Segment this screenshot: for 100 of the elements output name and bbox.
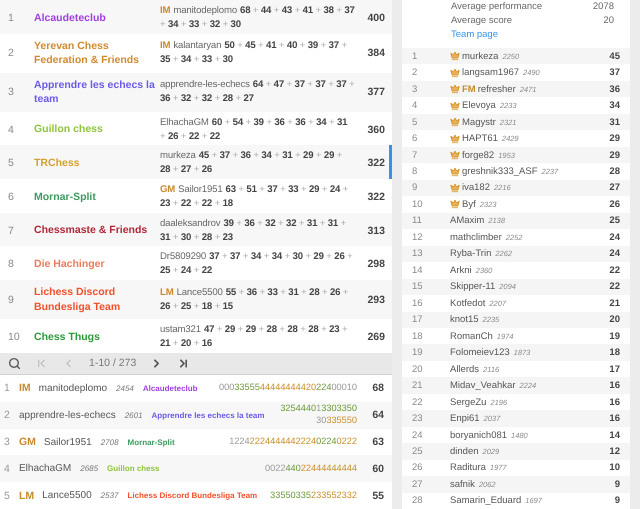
team-name: TRChess <box>34 156 81 171</box>
team-name: Yerevan Chess Federation & Friends <box>34 38 140 68</box>
player-score: 21 <box>608 298 620 309</box>
player-name[interactable]: boryanich081 <box>450 430 508 441</box>
rank: 8 <box>412 166 418 178</box>
player-name[interactable]: apprendre-les-echecs <box>19 410 116 421</box>
top-player-scores: LM Lance5500 55 + 36 + 33 + 31 + 28 + 26 + 26 + 25 + 18 + 15 <box>160 286 350 314</box>
player-name[interactable]: Elevoya <box>462 100 496 112</box>
team-row[interactable]: 4 Guillon chess ElhachaGM 60 + 54 + 39 + 36 + 36 + 34 + 31 + 26 + 22 + 22 360 <box>0 112 392 146</box>
team-row[interactable]: 8 Die Hachinger Dr5809290 37 + 37 + 34 + 34 + 30 + 29 + 26 + 25 + 24 + 22 298 <box>0 246 392 280</box>
player-score: 16 <box>608 396 620 408</box>
top-player-scores: Dr5809290 37 + 37 + 34 + 34 + 30 + 29 + 26 + 25 + 24 + 22 <box>160 250 354 278</box>
top-player-scores: IM kalantaryan 50 + 45 + 41 + 40 + 39 + 37 + 35 + 34 + 33 + 30 <box>160 39 348 68</box>
player-score: 55 <box>371 490 384 502</box>
rank: 6 <box>8 190 15 203</box>
team-total: 298 <box>366 258 386 270</box>
team-row[interactable]: 6 Mornar-Split GM Sailor1951 63 + 51 + 37 + 33 + 29 + 24 + 23 + 22 + 22 + 18 322 <box>0 179 392 213</box>
player-rating: 2454 <box>116 384 134 393</box>
team-name: Chessmaste & Friends <box>34 223 148 238</box>
team-row[interactable]: 10 Chess Thugs ustam321 47 + 29 + 29 + 28 + 28 + 28 + 23 + 21 + 20 + 16 269 <box>0 319 392 353</box>
rank: 5 <box>412 116 418 128</box>
player-name[interactable]: Kotfedot <box>450 298 486 309</box>
team-name[interactable]: Apprendre les echecs la team <box>152 410 264 420</box>
player-name[interactable]: mathclimber <box>450 232 502 243</box>
team-total: 377 <box>366 86 386 98</box>
top-player-scores: apprendre-les-echecs 64 + 47 + 37 + 37 + 37 + 36 + 32 + 32 + 28 + 27 <box>160 78 355 106</box>
team-name[interactable]: Alcaudeteclub <box>142 384 198 393</box>
player-title: FM <box>462 84 476 95</box>
rank: 16 <box>412 298 424 309</box>
player-name[interactable]: Magystr <box>462 116 496 128</box>
rank: 2 <box>8 47 15 60</box>
player-score: 18 <box>608 347 620 358</box>
top-player-scores: ustam321 47 + 29 + 29 + 28 + 28 + 28 + 23 + 21 + 20 + 16 <box>160 323 348 351</box>
crown-icon <box>450 166 460 177</box>
team-row[interactable]: 7 Chessmaste & Friends daaleksandrov 39 + 36 + 32 + 32 + 31 + 31 + 31 + 30 + 28 + 23 313 <box>0 212 392 246</box>
team-row[interactable]: 5 TRChess murkeza 45 + 37 + 36 + 34 + 31 + 29 + 29 + 28 + 27 + 26 322 <box>0 145 392 180</box>
team-total: 360 <box>366 124 386 136</box>
player-name[interactable]: Sailor1951 <box>44 436 92 448</box>
player-title: IM <box>19 382 31 394</box>
rank: 4 <box>412 100 418 112</box>
player-name[interactable]: Raditura <box>450 462 486 474</box>
player-name[interactable]: Allerds <box>450 364 480 375</box>
score-sheet: 000335554444444442022400010 <box>218 382 357 394</box>
team-row[interactable]: 1 Alcaudeteclub IM manitodeplomo 68 + 44 + 43 + 41 + 38 + 37 + 34 + 33 + 32 + 30 400 <box>0 0 392 34</box>
player-name[interactable]: Midav_Veahkar <box>450 380 516 392</box>
player-name[interactable]: Enpi61 <box>450 413 480 424</box>
player-name[interactable]: Ryba-Trin <box>450 248 492 260</box>
team-row[interactable]: 3 Apprendre les echecs la team apprendre-les-echecs 64 + 47 + 37 + 37 + 37 + 36 + 32 + 32 + 28 + 27 377 <box>0 72 392 112</box>
player-name[interactable]: safnik <box>450 478 475 490</box>
player-name[interactable]: manitodeplomo <box>38 382 108 394</box>
player-name[interactable]: greshnik333_ASF <box>462 166 538 178</box>
player-name[interactable]: langsam1967 <box>462 67 520 78</box>
stat-value: 2078 <box>592 0 614 14</box>
team-total: 322 <box>366 157 386 170</box>
player-name[interactable]: HAPT61 <box>462 133 498 144</box>
player-title: LM <box>19 490 34 502</box>
team-total: 384 <box>366 47 386 60</box>
player-score: 9 <box>614 495 620 506</box>
player-name[interactable]: AMaxim <box>450 215 484 226</box>
search-icon <box>8 356 21 370</box>
team-name[interactable]: Lichess Discord Bundesliga Team <box>127 491 258 500</box>
player-name[interactable]: forge82 <box>462 150 494 161</box>
crown-icon <box>450 51 460 62</box>
rank: 8 <box>8 258 15 270</box>
rank: 5 <box>8 157 15 170</box>
player-name[interactable]: dinden <box>450 446 479 457</box>
player-rating: 2708 <box>100 438 119 447</box>
player-score: 29 <box>608 133 620 144</box>
player-name[interactable]: murkeza <box>462 50 498 62</box>
rank: 25 <box>412 446 424 457</box>
team-name: Chess Thugs <box>34 330 101 344</box>
player-name[interactable]: Folomeiev123 <box>450 347 510 358</box>
player-name[interactable]: SergeZu <box>450 396 486 408</box>
player-name[interactable]: Skipper-11 <box>450 281 496 292</box>
rank: 17 <box>412 314 424 326</box>
team-total: 400 <box>366 12 386 24</box>
player-score: 64 <box>371 409 384 422</box>
rank: 4 <box>4 462 11 475</box>
rank: 22 <box>412 396 424 408</box>
player-name[interactable]: Byf <box>462 198 476 210</box>
rank: 7 <box>412 150 418 161</box>
player-score: 20 <box>608 314 620 326</box>
search-button[interactable] <box>8 356 21 370</box>
team-row[interactable]: 9 Lichess Discord Bundesliga Team LM Lance5500 55 + 36 + 33 + 31 + 28 + 26 + 26 + 25 + 18 + 15 293 <box>0 280 392 320</box>
score-sheet: 1224222444444222402240222 <box>228 436 357 448</box>
player-name[interactable]: Samarin_Eduard <box>450 495 522 506</box>
team-row[interactable]: 2 Yerevan Chess Federation & Friends IM kalantaryan 50 + 45 + 41 + 40 + 39 + 37 + 35 + 34 + 33 + 30 384 <box>0 34 392 73</box>
player-name[interactable]: refresher <box>478 84 516 95</box>
player-score: 34 <box>608 100 620 112</box>
player-name[interactable]: Lance5500 <box>42 490 92 502</box>
rank: 26 <box>412 462 424 474</box>
player-name[interactable]: ElhachaGM <box>19 463 72 474</box>
player-name[interactable]: iva182 <box>462 182 490 194</box>
player-name[interactable]: Arkni <box>450 264 472 276</box>
player-name[interactable]: RomanCh <box>450 330 493 342</box>
player-score: 27 <box>608 182 620 194</box>
rank: 23 <box>412 413 424 424</box>
player-name[interactable]: knot15 <box>450 314 479 326</box>
rank: 5 <box>4 490 11 502</box>
team-name[interactable]: Mornar-Split <box>128 438 175 447</box>
